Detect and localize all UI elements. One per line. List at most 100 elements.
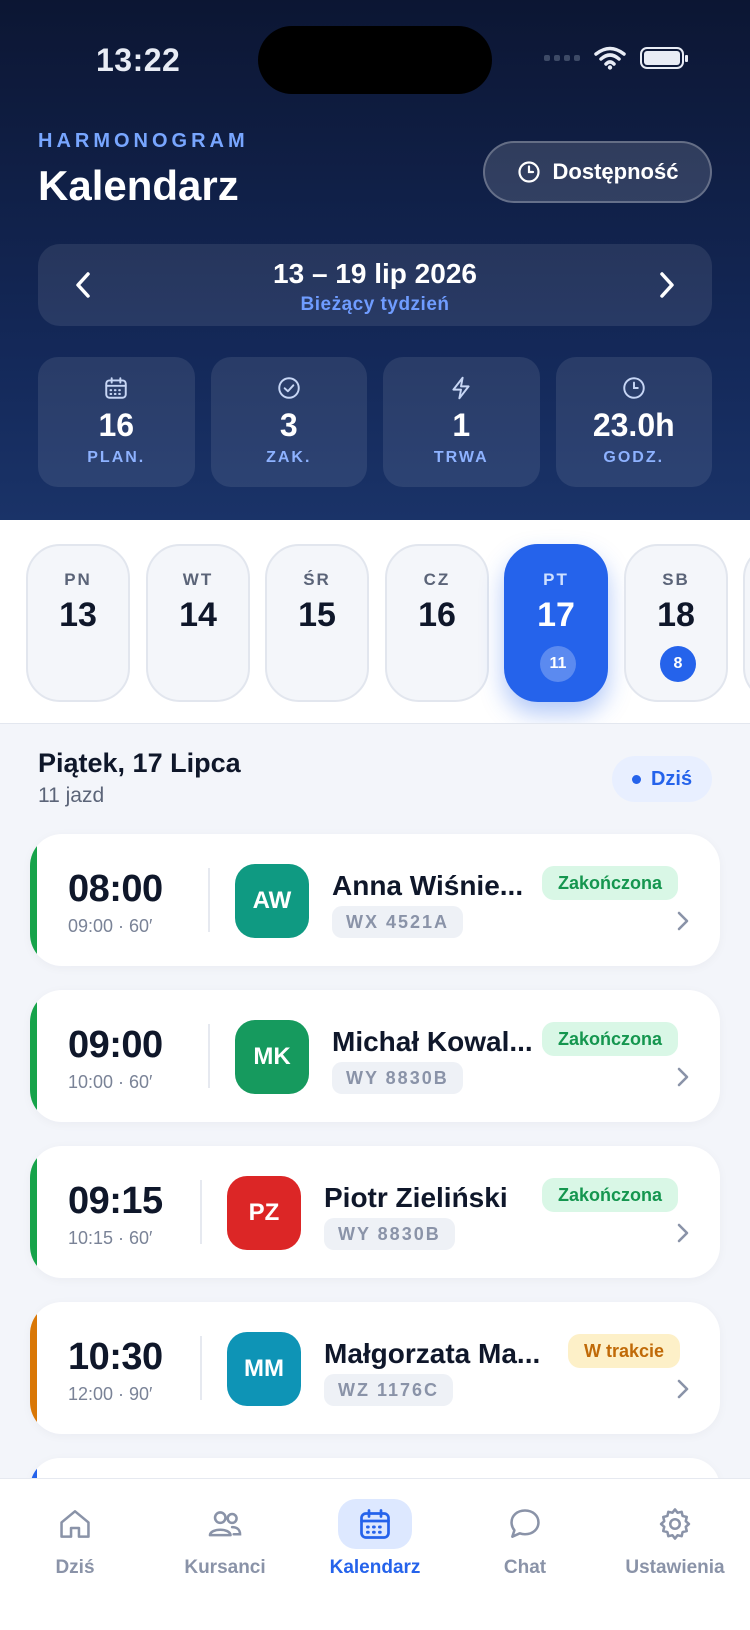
calendar-icon xyxy=(360,1509,390,1539)
avatar: MM xyxy=(227,1332,301,1406)
day-name: PT xyxy=(543,570,569,589)
tab-bar: Dziś Kursanci Kalendarz Chat Ustawienia xyxy=(0,1478,750,1630)
calendar-icon xyxy=(105,377,127,399)
tab-chat[interactable]: Chat xyxy=(450,1499,600,1579)
day-chip[interactable]: CZ 16 xyxy=(385,544,489,702)
status-stripe xyxy=(30,1302,37,1434)
tab-settings[interactable]: Ustawienia xyxy=(600,1499,750,1579)
stat-label: TRWA xyxy=(433,449,489,466)
day-number: 13 xyxy=(59,596,97,634)
status-time: 13:22 xyxy=(96,42,181,78)
status-badge: W trakcie xyxy=(568,1334,681,1368)
day-chip[interactable]: SB 18 8 xyxy=(624,544,728,702)
lesson-card[interactable]: 08:00 09:00 · 60′ AW Anna Wiśnie... WX 4… xyxy=(30,834,720,966)
clock-icon xyxy=(623,377,645,399)
lesson-end-duration: 09:00 · 60′ xyxy=(68,916,153,936)
day-chip-partial[interactable] xyxy=(743,544,750,702)
day-number: 16 xyxy=(418,596,456,634)
stat-label: PLAN. xyxy=(87,449,146,466)
lesson-count-badge: 8 xyxy=(660,646,696,682)
lesson-start-time: 09:00 xyxy=(68,1024,163,1066)
stat-value: 3 xyxy=(279,407,298,443)
stat-label: ZAK. xyxy=(266,449,312,466)
lesson-card[interactable]: 10:30 12:00 · 90′ MM Małgorzata Ma... WZ… xyxy=(30,1302,720,1434)
student-name: Małgorzata Ma... xyxy=(324,1338,541,1369)
wifi-icon xyxy=(594,46,626,70)
day-name: CZ xyxy=(423,570,451,589)
day-number: 15 xyxy=(298,596,336,634)
day-name: ŚR xyxy=(303,570,331,589)
status-stripe xyxy=(30,990,37,1122)
week-navigator: 13 – 19 lip 2026 Bieżący tydzień xyxy=(38,244,712,326)
status-stripe xyxy=(30,834,37,966)
stat-label: GODZ. xyxy=(603,449,665,466)
stat-completed: 3 ZAK. xyxy=(210,357,367,487)
avatar: PZ xyxy=(227,1176,301,1250)
tab-today[interactable]: Dziś xyxy=(0,1499,150,1579)
tab-calendar[interactable]: Kalendarz xyxy=(300,1499,450,1579)
avatar: MK xyxy=(235,1020,309,1094)
week-range: 13 – 19 lip 2026 xyxy=(273,258,477,289)
status-bar: 13:22 xyxy=(0,26,750,94)
day-chip-selected[interactable]: PT 17 11 xyxy=(504,544,608,702)
lesson-start-time: 08:00 xyxy=(68,868,163,910)
today-label: Dziś xyxy=(650,767,693,790)
day-number: 18 xyxy=(657,596,695,634)
stat-in-progress: 1 TRWA xyxy=(383,357,540,487)
dot-icon xyxy=(631,774,641,784)
availability-button[interactable]: Dostępność xyxy=(483,141,712,203)
today-badge: Dziś xyxy=(612,756,712,802)
day-chip[interactable]: WT 14 xyxy=(146,544,250,702)
bolt-icon xyxy=(452,376,470,400)
day-chip[interactable]: ŚR 15 xyxy=(265,544,369,702)
day-number: 17 xyxy=(537,596,575,634)
stat-value: 23.0h xyxy=(592,407,675,443)
selected-day-lesson-count: 11 jazd xyxy=(38,784,105,807)
stat-planned: 16 PLAN. xyxy=(38,357,195,487)
day-name: SB xyxy=(662,570,690,589)
lesson-start-time: 09:15 xyxy=(68,1180,163,1222)
stat-value: 1 xyxy=(452,407,471,443)
lesson-start-time: 10:30 xyxy=(68,1336,163,1378)
divider xyxy=(208,868,210,932)
signal-icon xyxy=(544,55,580,61)
chat-icon xyxy=(510,1509,540,1538)
vehicle-plate: WX 4521A xyxy=(332,906,464,938)
status-badge: Zakończona xyxy=(542,1022,679,1056)
tab-label: Kursanci xyxy=(184,1557,266,1578)
divider xyxy=(200,1180,202,1244)
status-badge: Zakończona xyxy=(542,866,679,900)
dynamic-island xyxy=(258,26,492,94)
tab-students[interactable]: Kursanci xyxy=(150,1499,300,1579)
student-name: Anna Wiśnie... xyxy=(332,870,524,901)
header: 13:22 HARMONOGRAM Kalendarz Dostępność 1… xyxy=(0,0,750,520)
battery-icon xyxy=(640,47,688,69)
status-badge: Zakończona xyxy=(542,1178,679,1212)
vehicle-plate: WY 8830B xyxy=(332,1062,463,1094)
day-name: WT xyxy=(182,570,214,589)
home-icon xyxy=(60,1510,90,1538)
student-name: Michał Kowal... xyxy=(332,1026,533,1057)
page-title: Kalendarz xyxy=(38,162,239,209)
availability-button-label: Dostępność xyxy=(552,159,679,184)
lesson-end-duration: 10:15 · 60′ xyxy=(68,1228,153,1248)
day-chip[interactable]: PN 13 xyxy=(26,544,130,702)
selected-day-title: Piątek, 17 Lipca xyxy=(38,748,241,778)
tab-label: Dziś xyxy=(55,1557,95,1578)
tab-label: Chat xyxy=(503,1557,547,1578)
next-week-button[interactable] xyxy=(646,264,688,306)
vehicle-plate: WY 8830B xyxy=(324,1218,455,1250)
avatar: AW xyxy=(235,864,309,938)
student-name: Piotr Zieliński xyxy=(324,1182,508,1213)
page-eyebrow: HARMONOGRAM xyxy=(38,130,249,152)
chevron-right-icon xyxy=(677,911,689,931)
divider xyxy=(200,1336,202,1400)
stat-value: 16 xyxy=(98,407,135,443)
chevron-right-icon xyxy=(677,1067,689,1087)
lesson-card[interactable]: 09:15 10:15 · 60′ PZ Piotr Zieliński WY … xyxy=(30,1146,720,1278)
lesson-card[interactable]: 09:00 10:00 · 60′ MK Michał Kowal... WY … xyxy=(30,990,720,1122)
day-selector: PN 13 WT 14 ŚR 15 CZ 16 PT 17 11 SB 18 8 xyxy=(0,520,750,724)
stat-hours: 23.0h GODZ. xyxy=(555,357,712,487)
chevron-right-icon xyxy=(677,1223,689,1243)
lesson-end-duration: 10:00 · 60′ xyxy=(68,1072,153,1092)
